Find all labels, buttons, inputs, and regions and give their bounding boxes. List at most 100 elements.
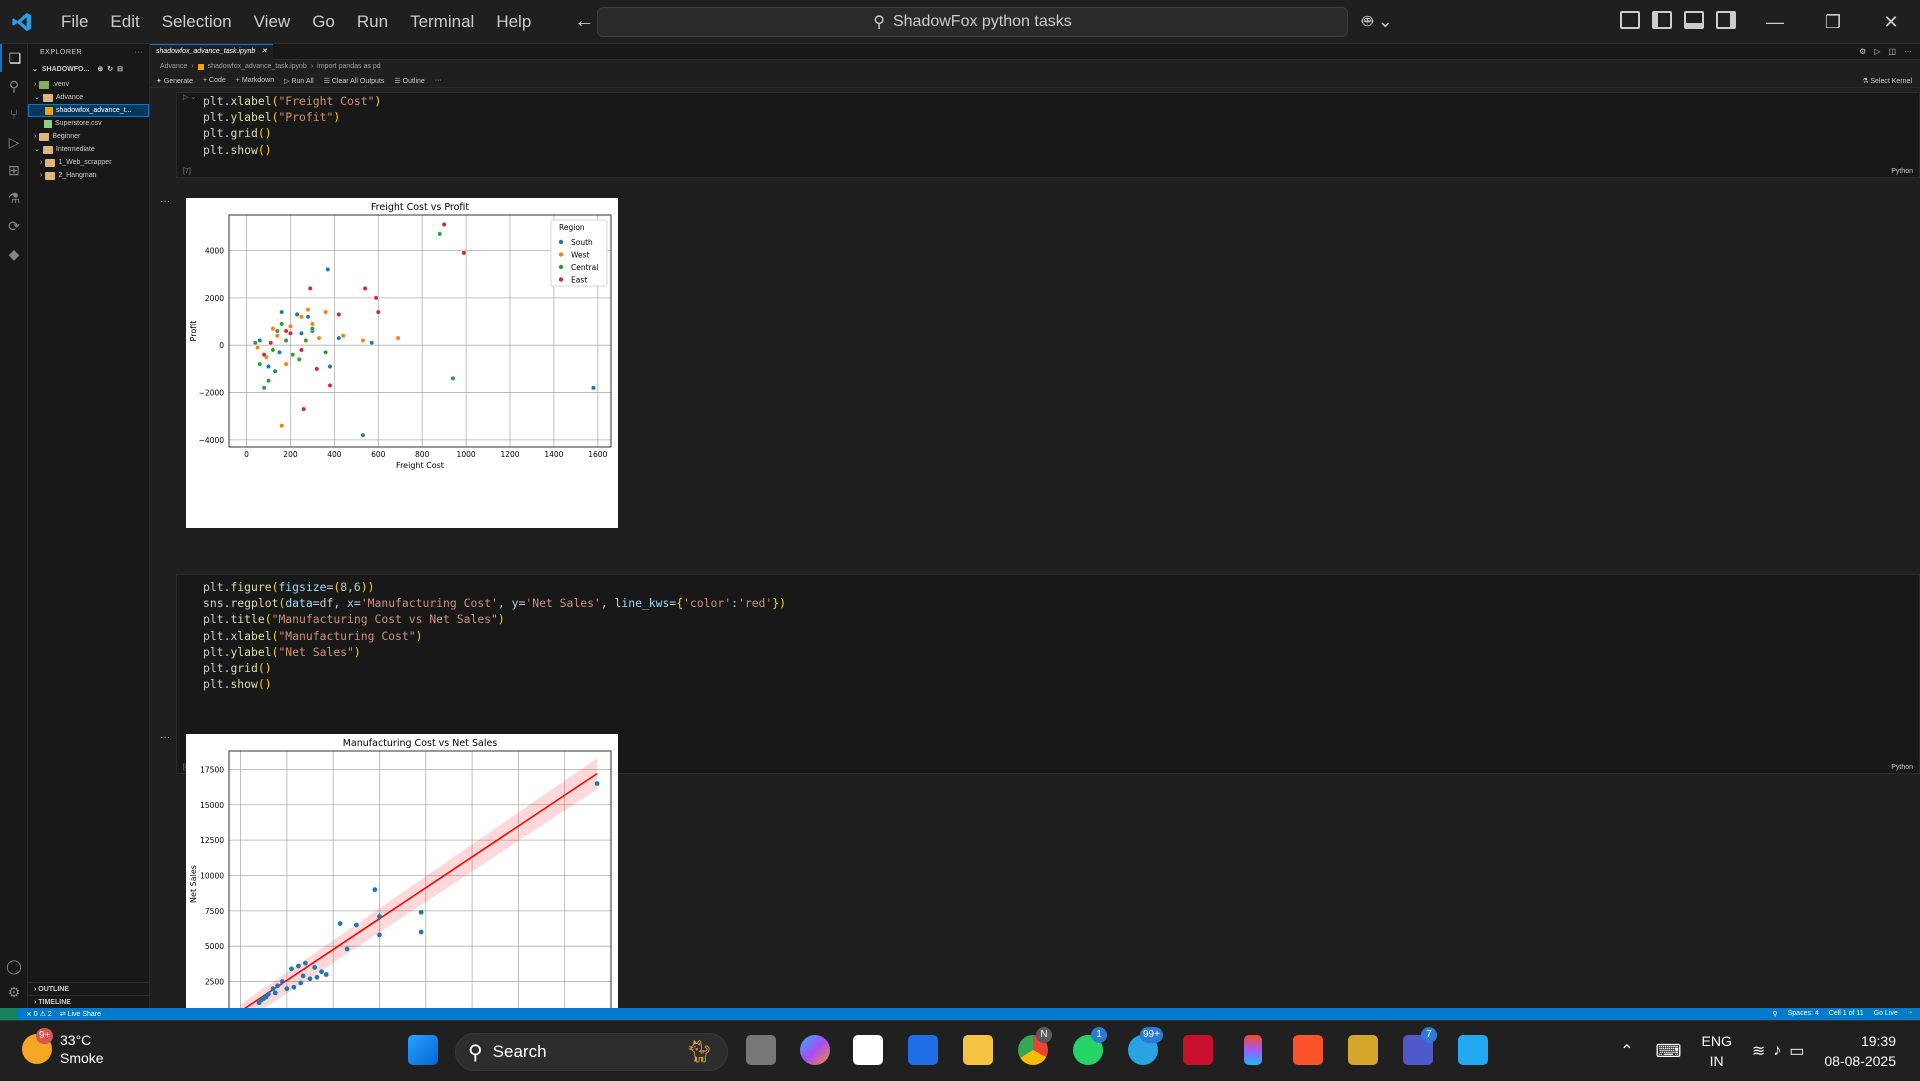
output-menu-icon[interactable]: ··· [160,196,170,207]
live-share-button[interactable]: ⇄ Live Share [60,1010,101,1018]
minimize-icon[interactable]: — [1746,0,1804,44]
volume-icon[interactable]: ♪ [1773,1042,1781,1060]
source-control-icon[interactable]: ⑂ [0,100,28,128]
remote-explorer-icon[interactable]: ⟳ [0,212,28,240]
go-live-button[interactable]: Go Live [1874,1010,1898,1018]
tree-item-intermediate[interactable]: ⌄ Intermediate [28,143,149,156]
language-indicator[interactable]: ENG IN [1702,1031,1732,1071]
new-file-icon[interactable]: ⊕ [97,62,103,78]
output-menu-icon[interactable]: ··· [160,732,170,743]
zoom-icon[interactable]: ⚲ [1772,1010,1777,1018]
more-actions-icon[interactable]: ··· [1904,47,1912,56]
run-debug-icon[interactable]: ▷ [0,128,28,156]
code-cell[interactable]: ▷ ⌄ plt.xlabel("Freight Cost") plt.ylabe… [176,92,1920,178]
outline-section[interactable]: › OUTLINE [28,982,150,995]
command-center[interactable]: ⚲ ShadowFox python tasks [597,7,1348,37]
notifications-bell-icon[interactable]: ◔ [1908,1010,1912,1018]
add-markdown-button[interactable]: + Markdown [236,77,274,84]
outline-button[interactable]: ☰ Outline [394,77,424,85]
tab-notebook[interactable]: shadowfox_advance_task.ipynb ✕ [150,43,274,60]
python-icon[interactable]: ◆ [0,240,28,268]
toggle-secondary-sidebar-icon[interactable] [1716,11,1736,29]
breadcrumb-item[interactable]: shadowfox_advance_task.ipynb [208,60,307,74]
menu-terminal[interactable]: Terminal [399,0,485,44]
clock[interactable]: 19:39 08-08-2025 [1824,1031,1920,1071]
tree-item-hangman[interactable]: › 2_Hangman [28,169,149,182]
toggle-panel-icon[interactable] [1684,11,1704,29]
close-tab-icon[interactable]: ✕ [261,45,267,60]
explorer-icon[interactable]: ❏ [0,44,28,72]
menu-run[interactable]: Run [346,0,399,44]
problems-indicator[interactable]: ⨯ 0 ⚠ 2 [18,1010,60,1018]
menu-go[interactable]: Go [301,0,346,44]
spaces-indicator[interactable]: Spaces: 4 [1788,1010,1819,1018]
tree-item-notebook[interactable]: shadowfox_advance_t... [28,104,149,117]
windows-start-icon[interactable] [408,1035,438,1065]
tree-item-csv[interactable]: Superstore.csv [28,117,149,130]
extensions-icon[interactable]: ⊞ [0,156,28,184]
cell-code[interactable]: plt.xlabel("Freight Cost") plt.ylabel("P… [203,93,381,158]
app-icon[interactable] [1348,1035,1378,1065]
copilot-app-icon[interactable] [800,1035,830,1065]
cell-indicator[interactable]: Cell 1 of 11 [1829,1010,1864,1018]
tree-item-beginner[interactable]: › Beginner [28,130,149,143]
chevron-up-icon[interactable]: ⌃ [1620,1041,1633,1061]
weather-widget[interactable]: 9+ 33°C Smoke [22,1028,104,1067]
restore-icon[interactable]: ❐ [1804,0,1862,44]
back-arrow-icon[interactable]: ← [574,10,594,33]
menu-selection[interactable]: Selection [151,0,243,44]
cell-language[interactable]: Python [1891,168,1913,175]
whatsapp-icon[interactable]: 1 [1073,1027,1107,1065]
testing-icon[interactable]: ⚗ [0,184,28,212]
app-icon[interactable] [908,1035,938,1065]
select-kernel-button[interactable]: ⚗ Select Kernel [1862,77,1912,85]
manage-gear-icon[interactable]: ⚙ [0,978,28,1006]
task-view-icon[interactable] [746,1035,776,1065]
add-code-button[interactable]: + Code [203,77,226,84]
remote-indicator-icon[interactable] [0,1008,18,1020]
copilot-icon[interactable]: 🤖︎ ⌄ [1362,10,1393,35]
run-cell-icon[interactable]: ▷ ⌄ [183,93,196,101]
menu-help[interactable]: Help [485,0,542,44]
chrome-icon[interactable]: N [1018,1027,1052,1065]
account-icon[interactable]: ◯ [0,952,28,980]
close-icon[interactable]: ✕ [1862,0,1920,44]
run-icon[interactable]: ▷ [1874,47,1880,56]
tree-item-venv[interactable]: › .venv [28,78,149,91]
generate-button[interactable]: ✦ Generate [156,77,193,85]
refresh-icon[interactable]: ↻ [107,62,113,78]
menu-edit[interactable]: Edit [99,0,150,44]
breadcrumb-item[interactable]: import pandas as pd [317,60,380,74]
menu-file[interactable]: File [50,0,99,44]
timeline-section[interactable]: › TIMELINE [28,995,150,1008]
wifi-icon[interactable]: ≋ [1752,1041,1765,1061]
menu-view[interactable]: View [243,0,302,44]
run-all-button[interactable]: ▷ Run All [284,77,314,85]
split-editor-icon[interactable]: ◫ [1888,47,1896,56]
battery-icon[interactable]: ▭ [1789,1041,1804,1061]
keyboard-icon[interactable]: ⌨ [1656,1041,1682,1062]
figma-icon[interactable] [1244,1035,1262,1065]
cell-language[interactable]: Python [1891,764,1913,771]
microsoft-store-icon[interactable] [853,1035,883,1065]
collapse-all-icon[interactable]: ⊟ [117,62,123,78]
file-explorer-icon[interactable] [963,1035,993,1065]
workspace-root[interactable]: ⌄ SHADOWFO... ⊕ ↻ ⊟ [28,62,149,78]
brave-icon[interactable] [1293,1035,1323,1065]
tree-item-web-scrapper[interactable]: › 1_Web_scrapper [28,156,149,169]
toggle-sidebar-icon[interactable] [1652,11,1672,29]
settings-icon[interactable]: ⚙ [1859,47,1866,56]
mcafee-icon[interactable] [1183,1035,1213,1065]
teams-icon[interactable]: 7 [1403,1027,1437,1065]
breadcrumb-item[interactable]: Advance [160,60,187,74]
vscode-taskbar-icon[interactable] [1458,1035,1488,1065]
taskbar-search[interactable]: ⚲ Search 🐈︎ [455,1033,728,1071]
telegram-icon[interactable]: 99+ [1128,1027,1163,1065]
more-actions-icon[interactable]: ··· [135,44,144,62]
cell-code[interactable]: plt.figure(figsize=(8,6)) sns.regplot(da… [203,579,786,692]
search-view-icon[interactable]: ⚲ [0,72,28,100]
more-icon[interactable]: ··· [435,77,442,84]
tree-item-advance[interactable]: ⌄ Advance [28,91,149,104]
clear-outputs-button[interactable]: ☰ Clear All Outputs [324,77,385,85]
customize-layout-icon[interactable] [1620,11,1640,29]
